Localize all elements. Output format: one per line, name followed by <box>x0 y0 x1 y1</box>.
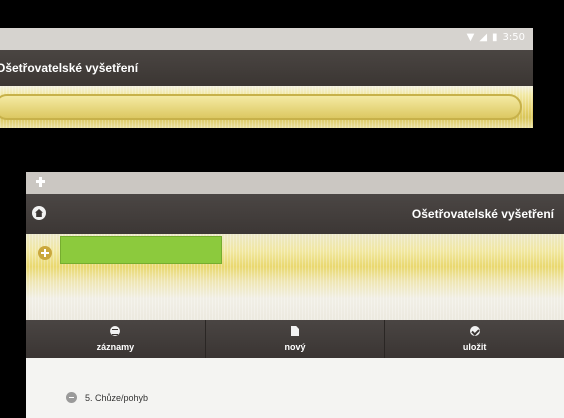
status-bar <box>26 172 564 194</box>
title-bar: Ošetřovatelské vyšetření <box>0 50 533 86</box>
status-icons: ▼ ◢ ▮ 3:50 <box>467 32 525 43</box>
add-icon[interactable] <box>38 246 52 260</box>
signal-icon: ◢ <box>479 32 488 43</box>
new-label: nový <box>284 342 306 352</box>
redacted-name-field[interactable] <box>60 236 222 264</box>
action-bar: záznamy nový uložit <box>26 320 564 358</box>
list-icon <box>110 326 121 336</box>
battery-icon: ▮ <box>492 32 498 43</box>
check-icon <box>469 326 480 336</box>
save-button[interactable]: uložit <box>384 320 564 358</box>
new-button[interactable]: nový <box>204 320 385 358</box>
home-icon[interactable] <box>32 206 46 220</box>
section-area: 5. Chůze/pohyb <box>26 358 564 418</box>
status-bar: ▼ ◢ ▮ 3:50 <box>0 28 533 50</box>
highlighted-field[interactable] <box>0 94 522 120</box>
title-bar: Ošetřovatelské vyšetření <box>26 194 564 234</box>
highlight-area <box>0 86 533 128</box>
collapse-icon[interactable] <box>66 392 77 403</box>
records-label: záznamy <box>96 342 135 352</box>
usb-icon <box>36 177 45 187</box>
section-title[interactable]: 5. Chůze/pohyb <box>85 393 148 403</box>
status-time: 3:50 <box>502 32 525 43</box>
top-screen: ▼ ◢ ▮ 3:50 Ošetřovatelské vyšetření <box>0 28 533 128</box>
wifi-icon: ▼ <box>466 32 475 43</box>
bottom-screen: Ošetřovatelské vyšetření záznamy nový ul… <box>26 172 564 418</box>
save-label: uložit <box>462 342 487 352</box>
page-title: Ošetřovatelské vyšetření <box>411 207 554 221</box>
records-button[interactable]: záznamy <box>26 320 205 358</box>
record-header <box>26 234 564 320</box>
document-icon <box>291 326 299 336</box>
page-title: Ošetřovatelské vyšetření <box>0 61 139 75</box>
